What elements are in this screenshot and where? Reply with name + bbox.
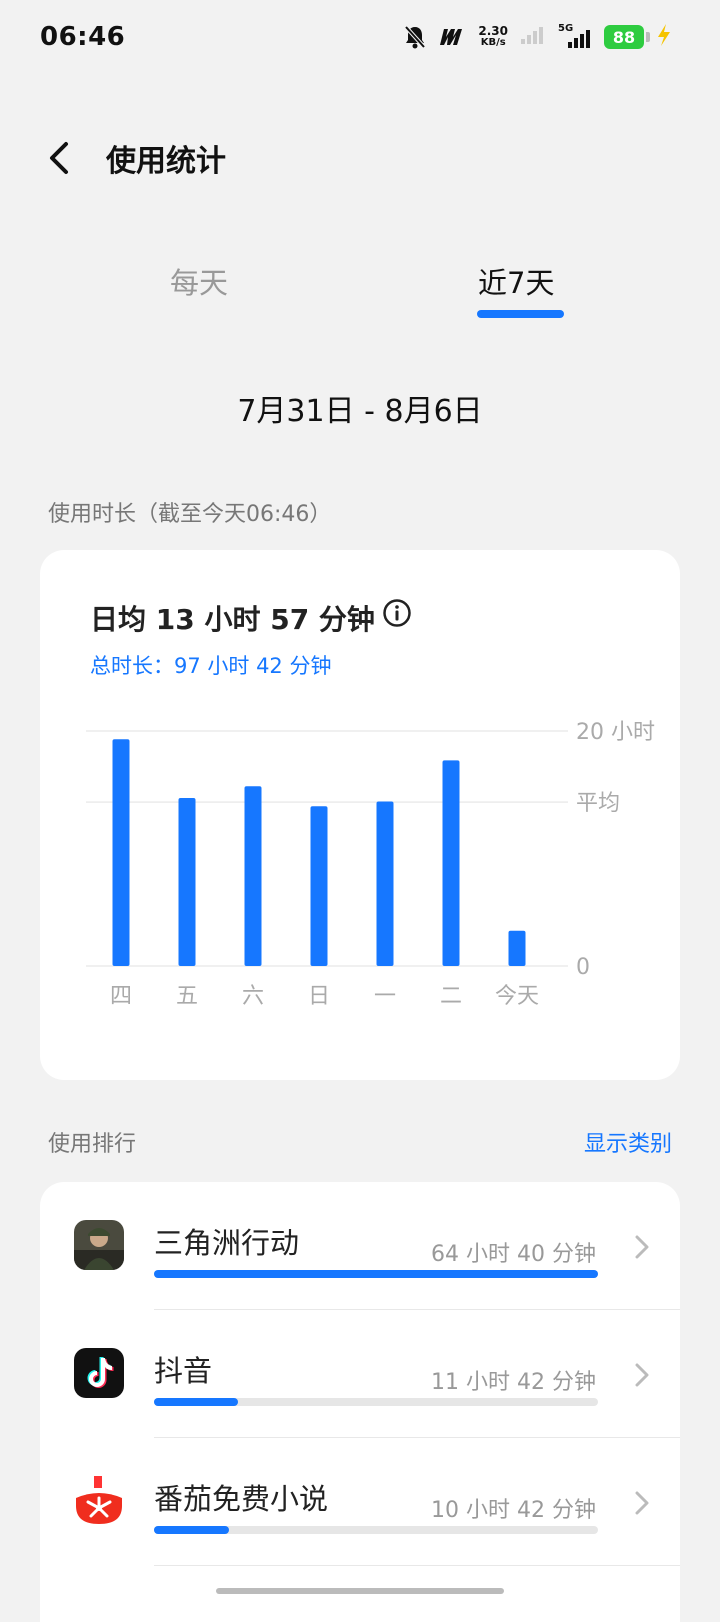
usage-progress-fill — [154, 1398, 239, 1406]
chart-bar — [508, 930, 526, 966]
usage-progress-track — [154, 1526, 598, 1534]
chart-bar — [244, 786, 262, 966]
y-label-average: 平均 — [576, 791, 620, 816]
date-range: 7月31日 - 8月6日 — [237, 394, 483, 429]
chevron-right-icon — [635, 1491, 649, 1515]
usage-progress-track — [154, 1270, 598, 1278]
divider — [154, 1565, 680, 1566]
app-usage-time: 64 小时 40 分钟 — [431, 1242, 596, 1267]
show-category-link[interactable]: 显示类别 — [584, 1126, 672, 1158]
tab-last-7-days[interactable]: 近7天 — [478, 260, 554, 302]
chart-bar — [178, 797, 196, 966]
x-tick-label: 今天 — [495, 984, 539, 1009]
ranking-row-douyin[interactable]: 抖音 11 小时 42 分钟 — [40, 1310, 680, 1438]
x-tick-label: 二 — [440, 984, 462, 1009]
app-usage-time: 11 小时 42 分钟 — [431, 1370, 596, 1395]
usage-bar-chart: 20 小时平均 0 四 五 六 日 一 二 今天 — [86, 720, 655, 1009]
home-indicator[interactable] — [216, 1588, 504, 1594]
carrier-m-icon — [438, 27, 466, 47]
douyin-app-icon — [74, 1348, 124, 1398]
usage-chart-card: 日均 13 小时 57 分钟 总时长：97 小时 42 分钟 20 小时 平均 0 四… — [40, 550, 680, 1080]
tab-daily[interactable]: 每天 — [170, 260, 228, 302]
chevron-left-icon — [50, 142, 68, 174]
chart-bar — [442, 760, 460, 966]
chevron-right-icon — [635, 1235, 649, 1259]
status-icons: 2.30 KB/s 5G 88 — [404, 20, 672, 54]
usage-progress-track — [154, 1398, 598, 1406]
chart-bar — [376, 801, 394, 966]
usage-progress-fill — [154, 1526, 230, 1534]
charging-bolt-icon — [656, 23, 672, 51]
usage-section-label: 使用时长（截至今天06:46） — [48, 502, 332, 527]
ranking-row-delta-force[interactable]: 三角洲行动 64 小时 40 分钟 — [40, 1182, 680, 1310]
app-name: 三角洲行动 — [154, 1226, 300, 1260]
app-header: 使用统计 — [0, 118, 720, 198]
ranking-card: 三角洲行动 64 小时 40 分钟 抖音 11 小时 42 分钟 番茄免费小说 … — [40, 1182, 680, 1622]
app-name: 抖音 — [154, 1354, 213, 1388]
fanqie-novel-app-icon — [74, 1476, 124, 1526]
x-tick-label: 四 — [110, 984, 132, 1009]
network-speed: 2.30 KB/s — [478, 24, 508, 48]
wifi-signal-icon — [520, 25, 546, 49]
page-title: 使用统计 — [106, 144, 226, 179]
period-tabs: 每天 近7天 — [0, 260, 720, 330]
usage-progress-fill — [154, 1270, 598, 1278]
app-name: 番茄免费小说 — [154, 1482, 329, 1516]
bell-muted-icon — [404, 25, 426, 49]
active-tab-indicator — [477, 310, 564, 318]
x-tick-label: 一 — [374, 984, 396, 1009]
ranking-section-label: 使用排行 — [48, 1132, 137, 1157]
y-label-max: 20 小时 — [576, 720, 655, 745]
chart-bar — [112, 739, 130, 966]
delta-force-app-icon — [74, 1220, 124, 1270]
cellular-signal-icon: 5G — [558, 23, 592, 49]
status-time: 06:46 — [40, 22, 126, 52]
back-button[interactable] — [40, 136, 80, 180]
x-tick-label: 五 — [176, 984, 198, 1009]
status-bar: 06:46 2.30 KB/s 5G 88 — [0, 0, 720, 78]
y-label-zero: 0 — [576, 955, 590, 980]
battery-indicator: 88 — [604, 25, 650, 49]
ranking-row-fanqie-novel[interactable]: 番茄免费小说 10 小时 42 分钟 — [40, 1438, 680, 1566]
app-usage-time: 10 小时 42 分钟 — [431, 1498, 596, 1523]
chart-bar — [310, 806, 328, 966]
chevron-right-icon — [635, 1363, 649, 1387]
x-tick-label: 日 — [308, 984, 330, 1009]
x-tick-label: 六 — [242, 984, 264, 1009]
